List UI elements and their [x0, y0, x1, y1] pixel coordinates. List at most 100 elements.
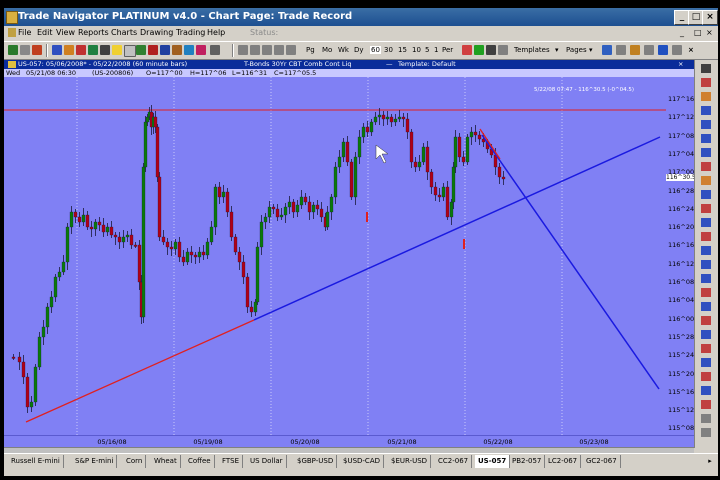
- zoom-in-icon[interactable]: [238, 45, 248, 55]
- lock-tool-icon[interactable]: [701, 330, 711, 339]
- window-icon[interactable]: [644, 45, 654, 55]
- cycle-tool-icon[interactable]: [701, 246, 711, 255]
- close-button[interactable]: ×: [702, 10, 718, 25]
- trendline-icon[interactable]: [498, 45, 508, 55]
- vline-tool-icon[interactable]: [701, 134, 711, 143]
- period-15[interactable]: 15: [398, 46, 407, 54]
- arrow-tool-icon[interactable]: [701, 64, 711, 73]
- menu-charts[interactable]: Charts: [111, 28, 137, 37]
- period-pg[interactable]: Pg: [306, 46, 315, 54]
- tab-usd-cad[interactable]: $USD-CAD: [340, 455, 385, 468]
- period-10[interactable]: 10: [412, 46, 421, 54]
- price-chart[interactable]: [4, 77, 666, 435]
- candle-type-icon[interactable]: [474, 45, 484, 55]
- gann-tool-icon[interactable]: [701, 232, 711, 241]
- alert-icon[interactable]: [112, 45, 122, 55]
- refresh-icon[interactable]: [672, 45, 682, 55]
- template-icon[interactable]: [160, 45, 170, 55]
- magnet-tool-icon[interactable]: [701, 358, 711, 367]
- scroll-right-icon[interactable]: [274, 45, 284, 55]
- tab-pb2-057[interactable]: PB2-057: [509, 455, 546, 468]
- tab-us-dollar[interactable]: US Dollar: [247, 455, 287, 468]
- account-icon[interactable]: [88, 45, 98, 55]
- delete-tool-icon[interactable]: [701, 316, 711, 325]
- period-wk[interactable]: Wk: [338, 46, 349, 54]
- tab-eur-usd[interactable]: $EUR-USD: [388, 455, 432, 468]
- options-tool-icon[interactable]: [701, 428, 711, 437]
- menu-help[interactable]: Help: [207, 28, 225, 37]
- chart-icon[interactable]: [52, 45, 62, 55]
- toolbar-close-icon[interactable]: ×: [688, 46, 694, 54]
- tab-ftse[interactable]: FTSE: [219, 455, 244, 468]
- hline-tool-icon[interactable]: [701, 120, 711, 129]
- menu-reports[interactable]: Reports: [78, 28, 109, 37]
- highlight-icon[interactable]: [172, 45, 182, 55]
- layout-icon[interactable]: [616, 45, 626, 55]
- trade-icon[interactable]: [76, 45, 86, 55]
- period-30[interactable]: 30: [384, 46, 393, 54]
- tab-cc2-067[interactable]: CC2-067: [435, 455, 473, 468]
- page-icon[interactable]: [602, 45, 612, 55]
- arc-tool-icon[interactable]: [701, 218, 711, 227]
- save-icon[interactable]: [20, 45, 30, 55]
- period-mo[interactable]: Mo: [322, 46, 332, 54]
- open-icon[interactable]: [8, 45, 18, 55]
- tab-coffee[interactable]: Coffee: [185, 455, 215, 468]
- menu-view[interactable]: View: [56, 28, 75, 37]
- period-1[interactable]: 1: [434, 46, 438, 54]
- rect-tool-icon[interactable]: [701, 190, 711, 199]
- menu-drawing[interactable]: Drawing: [140, 28, 173, 37]
- study-icon[interactable]: [64, 45, 74, 55]
- erase-tool-icon[interactable]: [701, 344, 711, 353]
- templates-dropdown[interactable]: Templates: [514, 46, 550, 54]
- print-icon[interactable]: [32, 45, 42, 55]
- color-tool-icon[interactable]: [701, 372, 711, 381]
- brush-tool-icon[interactable]: [701, 92, 711, 101]
- period-5[interactable]: 5: [425, 46, 429, 54]
- tab-gbp-usd[interactable]: $GBP-USD: [294, 455, 338, 468]
- scroll-left-icon[interactable]: [262, 45, 272, 55]
- quote-icon[interactable]: [136, 45, 146, 55]
- chart-plot-area[interactable]: 5/22/08 07:47 - 116^30.5 (-0^04.5): [4, 77, 666, 435]
- tab-wheat[interactable]: Wheat: [151, 455, 181, 468]
- zoom-out-icon[interactable]: [250, 45, 260, 55]
- text-tool-icon[interactable]: [701, 176, 711, 185]
- menu-trading[interactable]: Trading: [176, 28, 205, 37]
- trendline-tool-icon[interactable]: [701, 106, 711, 115]
- fib-tool-icon[interactable]: [701, 162, 711, 171]
- ellipse-tool-icon[interactable]: [701, 204, 711, 213]
- cascade-icon[interactable]: [658, 45, 668, 55]
- period-dy[interactable]: Dy: [354, 46, 364, 54]
- chart-close-icon[interactable]: ×: [678, 60, 683, 69]
- tab-gc2-067[interactable]: GC2-067: [583, 455, 621, 468]
- speed-tool-icon[interactable]: [701, 274, 711, 283]
- menu-file[interactable]: File: [18, 28, 31, 37]
- tab-s-p-e-mini[interactable]: S&P E-mini: [72, 455, 118, 468]
- settings-icon[interactable]: [210, 45, 220, 55]
- tab-corn[interactable]: Corn: [123, 455, 147, 468]
- period-60[interactable]: 60: [370, 46, 381, 54]
- tab-lc2-067[interactable]: LC2-067: [545, 455, 582, 468]
- line-type-icon[interactable]: [486, 45, 496, 55]
- marker-tool-icon[interactable]: [701, 288, 711, 297]
- news-icon[interactable]: [124, 45, 136, 57]
- tabs-scroll-icon[interactable]: ▸: [704, 456, 716, 467]
- menu-edit[interactable]: Edit: [37, 28, 53, 37]
- bar-type-icon[interactable]: [462, 45, 472, 55]
- channel-tool-icon[interactable]: [701, 148, 711, 157]
- more-tool-icon[interactable]: [701, 414, 711, 423]
- period-per[interactable]: Per: [442, 46, 453, 54]
- pen-tool-icon[interactable]: [701, 78, 711, 87]
- grid-icon[interactable]: [184, 45, 194, 55]
- tab-us-057[interactable]: US-057: [475, 455, 511, 468]
- fit-icon[interactable]: [286, 45, 296, 55]
- order-icon[interactable]: [148, 45, 158, 55]
- pages-dropdown[interactable]: Pages: [566, 46, 587, 54]
- style-tool-icon[interactable]: [701, 386, 711, 395]
- tab-russell-e-mini[interactable]: Russell E-mini: [8, 455, 64, 468]
- regression-tool-icon[interactable]: [701, 260, 711, 269]
- symbol-icon[interactable]: [100, 45, 110, 55]
- clear-tool-icon[interactable]: [701, 400, 711, 409]
- pitchfork-tool-icon[interactable]: [701, 302, 711, 311]
- indicator-icon[interactable]: [196, 45, 206, 55]
